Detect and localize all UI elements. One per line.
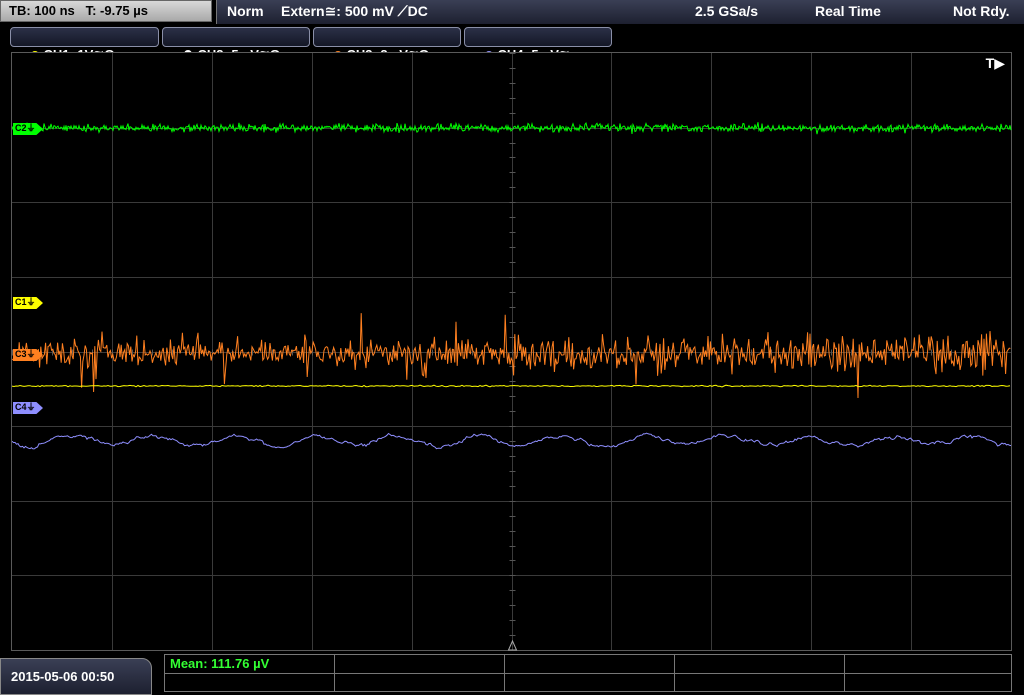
tab-ch3[interactable]: CH3: 2mV≅Ω	[313, 27, 461, 62]
measurement-cell[interactable]	[165, 674, 335, 691]
measurement-cell[interactable]	[505, 674, 675, 691]
measurement-table[interactable]: Mean: 111.76 µV	[164, 654, 1012, 692]
measurement-cell[interactable]	[845, 674, 1011, 691]
datetime-box: 2015-05-06 00:50	[0, 658, 152, 695]
measurement-cell[interactable]	[335, 674, 505, 691]
run-state: Not Rdy.	[953, 3, 1010, 19]
tab-ch4[interactable]: CH4: 5mV≅	[464, 27, 612, 62]
trigger-mode: Norm	[227, 3, 264, 19]
timebase-readout: TB: 100 ns	[9, 3, 75, 18]
measurement-cell[interactable]	[675, 655, 845, 674]
trigger-time-readout: T: -9.75 µs	[85, 3, 148, 18]
ch2-waveform	[12, 121, 1012, 135]
channel-tabs: CH1: 1V≅Ω CH2: 5mV≅Ω CH3: 2mV≅Ω CH4: 5mV…	[0, 25, 1024, 62]
waveform-traces	[12, 121, 1012, 450]
sample-rate: 2.5 GSa/s	[695, 3, 759, 19]
waveform-display[interactable]: T▶ C1⏚ C2⏚ C3⏚ C4⏚	[11, 52, 1012, 651]
bottom-bar: 2015-05-06 00:50 Mean: 111.76 µV	[0, 654, 1024, 695]
measurement-cell[interactable]	[845, 655, 1011, 674]
measurement-cell[interactable]	[505, 655, 675, 674]
ch1-waveform	[12, 384, 1011, 388]
status-bar: TB: 100 ns T: -9.75 µs Norm Extern≅: 500…	[0, 0, 1024, 24]
trigger-source: Extern≅: 500 mV ⟋DC	[281, 3, 428, 19]
timebase-box[interactable]: TB: 100 ns T: -9.75 µs	[0, 0, 212, 22]
measurement-cell[interactable]	[335, 655, 505, 674]
measurement-cell-mean[interactable]: Mean: 111.76 µV	[165, 655, 335, 674]
mean-measurement: Mean: 111.76 µV	[170, 656, 270, 671]
acquisition-mode: Real Time	[815, 3, 881, 19]
trigger-position-icon: T▶	[985, 55, 1005, 71]
tab-ch2[interactable]: CH2: 5mV≅Ω	[162, 27, 310, 62]
tab-ch1[interactable]: CH1: 1V≅Ω	[10, 27, 159, 62]
acquisition-box[interactable]: Norm Extern≅: 500 mV ⟋DC 2.5 GSa/s Real …	[216, 0, 1024, 24]
ch4-waveform	[12, 432, 1012, 450]
measurement-cell[interactable]	[675, 674, 845, 691]
